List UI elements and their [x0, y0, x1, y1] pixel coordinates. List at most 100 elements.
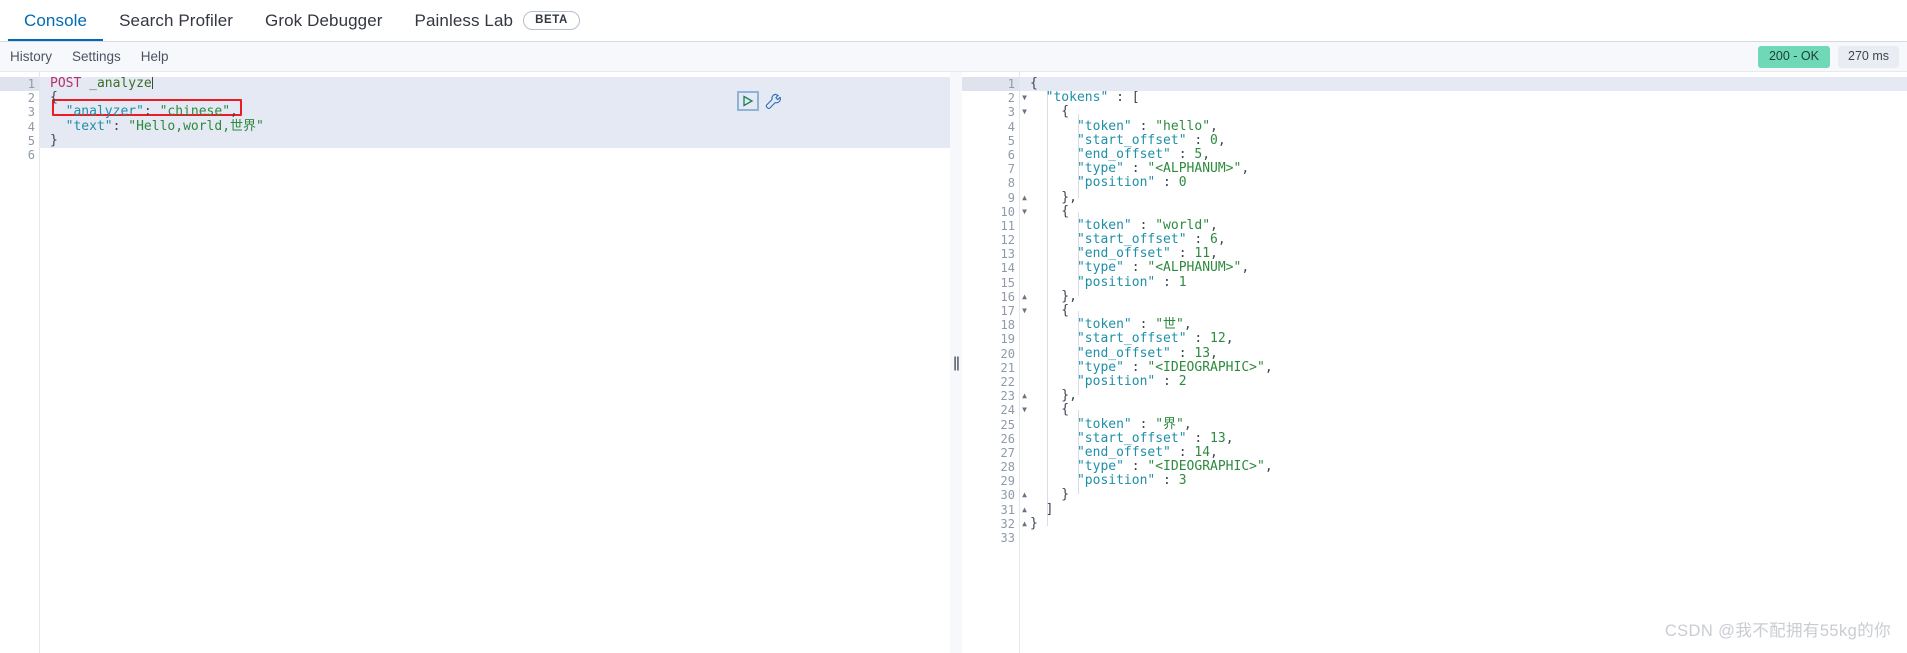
- subnav-history[interactable]: History: [10, 49, 52, 64]
- code-line: "end_offset" : 5,: [1030, 146, 1907, 162]
- tab-grok-debugger[interactable]: Grok Debugger: [249, 0, 399, 41]
- tab-search-profiler-label: Search Profiler: [119, 10, 234, 30]
- pane-splitter[interactable]: ||: [950, 72, 962, 653]
- code-line: "token" : "世",: [1030, 318, 1907, 332]
- line-number: 13: [1000, 247, 1015, 262]
- line-number: 28: [1000, 460, 1015, 475]
- line-number: 16 ▲: [1000, 289, 1027, 304]
- line-number: 3 ▼: [1007, 105, 1027, 120]
- code-token: :: [1131, 317, 1156, 333]
- response-time-badge: 270 ms: [1838, 46, 1899, 68]
- code-token: :: [143, 104, 160, 120]
- line-number: 2▼: [0, 91, 47, 105]
- code-token: }: [1030, 515, 1038, 531]
- code-line: },: [1030, 189, 1907, 205]
- primary-tab-bar: Console Search Profiler Grok Debugger Pa…: [0, 0, 1907, 42]
- subnav-settings[interactable]: Settings: [72, 49, 121, 64]
- response-editor: 1▼2▼3▼456789▲10▼111213141516▲17▼18192021…: [962, 72, 1907, 653]
- code-line: "tokens" : [: [1030, 91, 1907, 105]
- code-token: {: [1030, 76, 1038, 91]
- request-options-button[interactable]: [765, 93, 782, 110]
- code-token: "type": [1030, 161, 1124, 177]
- tab-console-label: Console: [24, 10, 88, 30]
- line-number: 3: [27, 105, 35, 120]
- code-line: {: [1030, 203, 1907, 219]
- code-token: 3: [1178, 473, 1187, 489]
- code-token: "<IDEOGRAPHIC>": [1147, 459, 1265, 475]
- line-number: 10 ▼: [1000, 204, 1027, 219]
- play-icon: [743, 95, 754, 107]
- line-number: 2▼: [1007, 91, 1027, 106]
- beta-badge: BETA: [523, 10, 580, 31]
- code-token: "position": [1030, 175, 1156, 191]
- code-line: },: [1030, 389, 1907, 403]
- line-number: 21: [1000, 360, 1015, 375]
- code-token: ]: [1030, 501, 1054, 517]
- splitter-grip: ||: [953, 354, 960, 371]
- tab-painless-lab-label: Painless Lab: [414, 10, 514, 30]
- request-code-area[interactable]: POST _analyze{ "analyzer": "chinese", "t…: [40, 72, 950, 653]
- subnav-help[interactable]: Help: [141, 49, 169, 64]
- code-token: "type": [1030, 459, 1124, 475]
- code-token: :: [1131, 118, 1156, 134]
- response-code-area[interactable]: { "tokens" : [ { "token" : "hello", "sta…: [1020, 72, 1907, 653]
- code-line: {: [1020, 76, 1907, 92]
- code-token: "<ALPHANUM>": [1147, 260, 1242, 276]
- send-request-button[interactable]: [737, 91, 759, 111]
- code-token: ,: [1225, 430, 1234, 446]
- code-token: :: [112, 118, 129, 134]
- tab-painless-lab[interactable]: Painless Lab BETA: [399, 0, 596, 41]
- code-token: {: [1030, 203, 1070, 219]
- code-token: 13: [1194, 345, 1211, 361]
- line-number: 6: [27, 147, 35, 162]
- code-token: :: [1123, 161, 1148, 177]
- code-token: "start_offset": [1030, 232, 1187, 248]
- code-token: ,: [1225, 331, 1234, 347]
- line-number: 30 ▲: [1000, 488, 1027, 503]
- code-token: 0: [1178, 175, 1187, 191]
- code-token: :: [1186, 430, 1211, 446]
- line-number: 31 ▲: [1000, 502, 1027, 517]
- code-line: "token" : "world",: [1030, 217, 1907, 233]
- code-line: "start_offset" : 0,: [1030, 132, 1907, 148]
- text-caret: [151, 77, 153, 89]
- line-number: 19: [1000, 332, 1015, 347]
- code-token: "end_offset": [1030, 345, 1171, 361]
- tab-console[interactable]: Console: [8, 0, 104, 41]
- code-token: :: [1170, 345, 1195, 361]
- response-gutter: 1▼2▼3▼456789▲10▼111213141516▲17▼18192021…: [962, 72, 1027, 653]
- code-line: "type" : "<IDEOGRAPHIC>",: [1030, 360, 1907, 375]
- code-token: "token": [1030, 217, 1132, 233]
- code-line: "type" : "<ALPHANUM>",: [1030, 261, 1907, 275]
- code-token: },: [1030, 388, 1077, 404]
- code-token: },: [1030, 189, 1077, 205]
- request-editor-pane[interactable]: 12▼345▲6 POST _analyze{ "analyzer": "chi…: [0, 72, 950, 653]
- code-token: :: [1186, 132, 1211, 148]
- code-token: :: [1131, 217, 1156, 233]
- code-token: "end_offset": [1030, 146, 1171, 162]
- code-token: :: [1155, 175, 1179, 191]
- line-number: 20: [1000, 346, 1015, 361]
- line-number: 32 ▲: [1000, 516, 1027, 531]
- line-number: 26: [1000, 431, 1015, 446]
- code-line: {: [1030, 303, 1907, 318]
- code-token: ,: [1210, 217, 1218, 233]
- code-token: POST: [50, 76, 90, 91]
- code-token: "chinese": [159, 104, 231, 120]
- code-line: "token" : "hello",: [1030, 118, 1907, 134]
- code-token: ,: [1217, 232, 1226, 248]
- code-token: [: [1131, 90, 1140, 106]
- tab-search-profiler[interactable]: Search Profiler: [103, 0, 249, 41]
- code-line: {: [1030, 105, 1907, 119]
- code-token: :: [1170, 246, 1195, 262]
- line-number: 14: [1000, 261, 1015, 276]
- code-line: "position" : 0: [1030, 176, 1907, 190]
- code-line: "type" : "<ALPHANUM>",: [1030, 162, 1907, 176]
- wrench-icon: [765, 93, 781, 109]
- response-editor-pane[interactable]: 1▼2▼3▼456789▲10▼111213141516▲17▼18192021…: [962, 72, 1907, 653]
- console-split-view: 12▼345▲6 POST _analyze{ "analyzer": "chi…: [0, 72, 1907, 653]
- line-number: 33: [1000, 531, 1015, 545]
- code-line: "position" : 3: [1030, 474, 1907, 488]
- request-editor[interactable]: 12▼345▲6 POST _analyze{ "analyzer": "chi…: [0, 72, 950, 653]
